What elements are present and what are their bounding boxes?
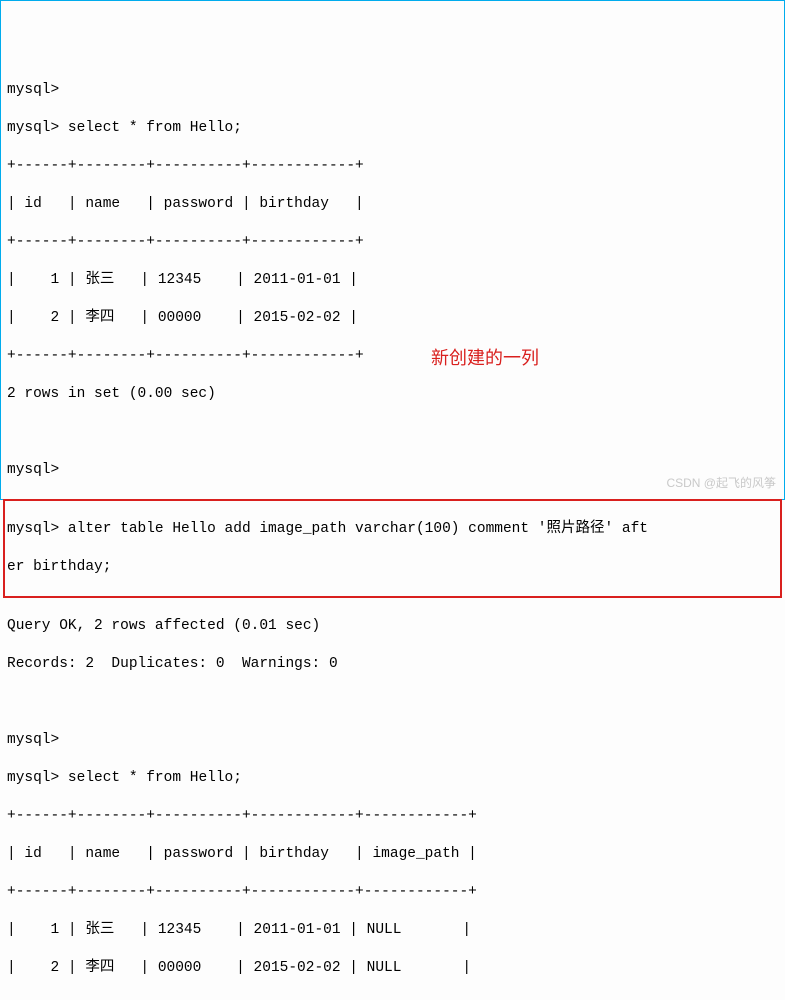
t2-row-1: | 1 | 张三 | 12345 | 2011-01-01 | NULL | xyxy=(7,921,778,940)
alter-line-2[interactable]: er birthday; xyxy=(7,558,778,577)
t1-sep-mid: +------+--------+----------+------------… xyxy=(7,233,778,252)
query2-line[interactable]: mysql> select * from Hello; xyxy=(7,769,778,788)
t2-sep-mid: +------+--------+----------+------------… xyxy=(7,883,778,902)
t1-sep-top: +------+--------+----------+------------… xyxy=(7,157,778,176)
prompt-line: mysql> xyxy=(7,81,778,100)
prompt-line-2: mysql> xyxy=(7,461,778,480)
t1-row-1: | 1 | 张三 | 12345 | 2011-01-01 | xyxy=(7,271,778,290)
t1-header: | id | name | password | birthday | xyxy=(7,195,778,214)
watermark: CSDN @起飞的风筝 xyxy=(666,474,776,493)
prompt-text-2: mysql> xyxy=(7,770,59,786)
t2-sep-bot: +------+--------+----------+------------… xyxy=(7,997,778,1000)
blank2 xyxy=(7,693,778,712)
query2-text: select * from Hello; xyxy=(68,770,242,786)
t2-header: | id | name | password | birthday | imag… xyxy=(7,845,778,864)
alter-result-1: Query OK, 2 rows affected (0.01 sec) xyxy=(7,617,778,636)
prompt-text: mysql> xyxy=(7,120,59,136)
t1-row-2: | 2 | 李四 | 00000 | 2015-02-02 | xyxy=(7,309,778,328)
query1-text: select * from Hello; xyxy=(68,120,242,136)
annotation-new-column: 新创建的一列 xyxy=(431,349,539,368)
alter-result-2: Records: 2 Duplicates: 0 Warnings: 0 xyxy=(7,655,778,674)
alter-highlight-box: mysql> alter table Hello add image_path … xyxy=(3,499,782,598)
blank1 xyxy=(7,423,778,442)
result1: 2 rows in set (0.00 sec) xyxy=(7,385,778,404)
t2-row-2: | 2 | 李四 | 00000 | 2015-02-02 | NULL | xyxy=(7,959,778,978)
t2-sep-top: +------+--------+----------+------------… xyxy=(7,807,778,826)
prompt-line-3: mysql> xyxy=(7,731,778,750)
alter-line-1[interactable]: mysql> alter table Hello add image_path … xyxy=(7,520,778,539)
t1-sep-bot: +------+--------+----------+------------… xyxy=(7,347,778,366)
query1-line[interactable]: mysql> select * from Hello; xyxy=(7,119,778,138)
